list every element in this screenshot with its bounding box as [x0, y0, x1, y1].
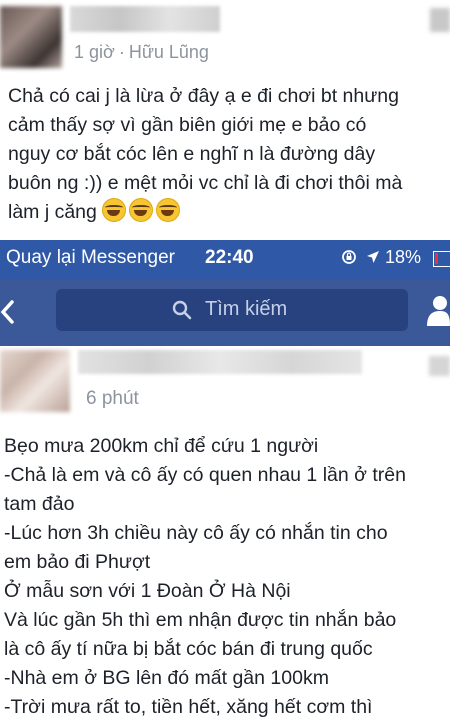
post-text-line: Bẹo mưa 200km chỉ để cứu 1 người: [4, 435, 319, 457]
post-text-line: -Nhà em ở BG lên đó mất gần 100km: [4, 667, 329, 689]
status-bar: Quay lại Messenger 22:40 18%: [0, 240, 450, 280]
post-text-line: -Chả là em và cô ấy có quen nhau 1 lần ở…: [4, 464, 406, 486]
friend-requests-icon[interactable]: [424, 292, 450, 328]
avatar[interactable]: [0, 6, 62, 68]
status-time: 22:40: [205, 247, 254, 268]
post-text-line: là cô ấy tí nữa bị bắt cóc bán đi trung …: [4, 638, 373, 660]
post-text: Bẹo mưa 200km chỉ để cứu 1 người -Chả là…: [4, 432, 450, 722]
top-post: 1 giờ · Hữu Lũng Chả có cai j là lừa ở đây…: [0, 0, 450, 240]
back-chevron-icon[interactable]: [0, 300, 14, 324]
blurred-corner: [429, 356, 450, 376]
post-time[interactable]: 1 giờ: [74, 42, 115, 62]
facebook-nav-bar: Tìm kiếm: [0, 280, 450, 346]
search-input[interactable]: Tìm kiếm: [56, 289, 408, 331]
post-text-line: buôn ng :)) e mệt mỏi vc chỉ là đi chơi …: [8, 172, 403, 194]
post-text-line: cảm thấy sợ vì gần biên giới mẹ e bảo có: [8, 114, 367, 136]
back-to-messenger-link[interactable]: Quay lại Messenger: [6, 247, 175, 269]
post-text-line: Và lúc gần 5h thì em nhận được tin nhắn …: [4, 609, 397, 631]
post-text-line: nguy cơ bắt cóc lên e nghĩ n là đường dâ…: [8, 143, 376, 165]
laughing-emoji-icon: [102, 198, 127, 222]
avatar[interactable]: [0, 350, 70, 412]
post-text-line: tam đảo: [4, 493, 75, 515]
post-text-line: em bảo đi Phượt: [4, 551, 151, 573]
post-text-line: Chả có cai j là lừa ở đây ạ e đi chơi bt…: [8, 85, 399, 107]
embedded-screenshot: Quay lại Messenger 22:40 18% Tìm kiếm 6 …: [0, 240, 450, 718]
author-name-blurred[interactable]: [78, 350, 362, 374]
laughing-emoji-icon: [156, 198, 181, 222]
status-indicators: 18%: [341, 247, 421, 268]
shared-post: 6 phút Bẹo mưa 200km chỉ để cứu 1 người …: [0, 346, 450, 718]
laughing-emoji-icon: [129, 198, 154, 222]
post-location[interactable]: Hữu Lũng: [129, 42, 209, 62]
location-arrow-icon: [367, 251, 380, 263]
author-name-blurred[interactable]: [70, 6, 220, 32]
post-text-line: Ở mẫu sơn với 1 Đoàn Ở Hà Nội: [4, 580, 291, 602]
post-text-last-line: làm j căng: [8, 198, 448, 227]
battery-icon: [433, 251, 450, 267]
post-text-line: -Lúc hơn 3h chiều này cô ấy có nhắn tin …: [4, 522, 388, 544]
post-text-line: làm j căng: [8, 201, 97, 223]
search-placeholder: Tìm kiếm: [205, 298, 288, 320]
blurred-corner: [430, 8, 450, 32]
post-meta: 1 giờ · Hữu Lũng: [74, 42, 209, 63]
search-icon: [172, 300, 192, 320]
lock-rotation-icon: [342, 250, 356, 264]
meta-separator: ·: [118, 42, 125, 62]
post-text: Chả có cai j là lừa ở đây ạ e đi chơi bt…: [8, 82, 448, 227]
post-text-line: -Trời mưa rất to, tiền hết, xăng hết cơm…: [4, 696, 373, 718]
post-time[interactable]: 6 phút: [86, 388, 139, 410]
battery-percent: 18%: [385, 247, 422, 267]
